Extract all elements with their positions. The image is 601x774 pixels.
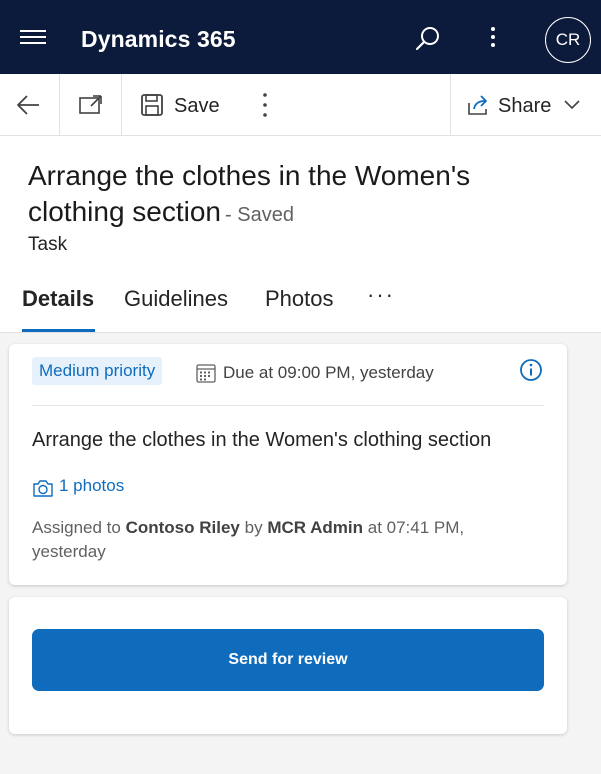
selected-tab-indicator: [22, 329, 95, 332]
share-button[interactable]: Share: [451, 74, 601, 136]
save-status: - Saved: [225, 204, 294, 226]
open-in-new-window-button[interactable]: [60, 74, 121, 136]
chevron-down-icon: [564, 100, 580, 110]
tab-details[interactable]: Details: [22, 286, 94, 312]
record-title: Arrange the clothes in the Women's cloth…: [28, 158, 568, 233]
back-button[interactable]: [0, 74, 59, 136]
search-icon: [415, 27, 439, 51]
priority-badge: Medium priority: [32, 357, 163, 385]
more-vertical-icon: [491, 27, 495, 47]
info-button[interactable]: [519, 358, 543, 382]
more-options-button[interactable]: [481, 24, 505, 52]
back-arrow-icon: [17, 95, 39, 115]
task-description: Arrange the clothes in the Women's cloth…: [32, 429, 492, 451]
user-avatar-button[interactable]: CR: [545, 17, 591, 63]
save-disk-icon: [141, 94, 163, 116]
app-header: Dynamics 365 CR: [0, 0, 601, 74]
hamburger-menu-button[interactable]: [20, 30, 48, 48]
more-vertical-icon: [263, 93, 267, 117]
command-bar: Save Share: [0, 74, 601, 136]
tab-guidelines[interactable]: Guidelines: [124, 286, 228, 312]
open-in-new-window-icon: [79, 95, 102, 114]
divider: [32, 405, 544, 406]
tab-photos[interactable]: Photos: [265, 286, 334, 312]
save-label: Save: [174, 95, 220, 117]
assignee-name: Contoso Riley: [125, 518, 240, 537]
share-icon: [468, 95, 487, 115]
save-button[interactable]: Save: [122, 74, 232, 136]
more-commands-button[interactable]: [250, 88, 280, 122]
entity-type-label: Task: [28, 234, 68, 255]
task-card: Medium priority Due at 09:00 PM, yesterd…: [9, 344, 567, 585]
more-tabs-button[interactable]: ···: [367, 282, 395, 308]
record-header: Arrange the clothes in the Women's cloth…: [0, 136, 601, 333]
due-date: Due at 09:00 PM, yesterday: [223, 363, 434, 382]
app-title: Dynamics 365: [81, 26, 236, 52]
send-for-review-button[interactable]: Send for review: [32, 629, 544, 691]
assigner-name: MCR Admin: [267, 518, 364, 537]
photos-link-label: 1 photos: [59, 476, 125, 495]
info-icon: [520, 359, 542, 381]
share-label: Share: [498, 95, 552, 117]
assignment-info: Assigned to Contoso Riley by MCR Admin a…: [32, 516, 522, 564]
assigned-by-prefix: by: [244, 518, 263, 537]
assigned-prefix: Assigned to: [32, 518, 121, 537]
search-button[interactable]: [410, 24, 444, 54]
calendar-icon: [196, 364, 216, 383]
camera-icon: [33, 480, 53, 497]
action-card: Send for review: [9, 597, 567, 734]
